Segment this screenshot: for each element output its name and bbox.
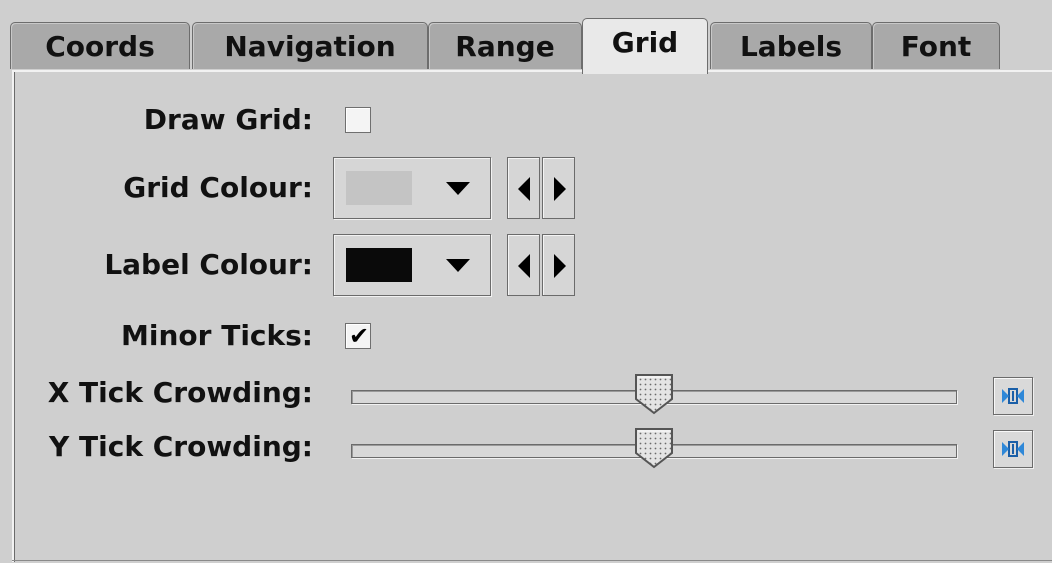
grid-colour-prev-button[interactable] bbox=[507, 157, 540, 219]
checkmark-icon: ✔ bbox=[349, 322, 370, 350]
triangle-left-icon bbox=[518, 254, 530, 278]
label-colour-combo[interactable] bbox=[333, 234, 491, 296]
label-colour-label: Label Colour: bbox=[104, 248, 313, 281]
tab-coords-label: Coords bbox=[45, 30, 155, 63]
minor-ticks-checkbox[interactable]: ✔ bbox=[345, 322, 371, 350]
slider-thumb[interactable] bbox=[634, 427, 674, 469]
y-tick-crowding-reset-button[interactable] bbox=[993, 430, 1033, 468]
reset-crowding-icon bbox=[1002, 388, 1024, 404]
label-colour-next-button[interactable] bbox=[542, 234, 575, 296]
tab-labels-label: Labels bbox=[739, 30, 843, 63]
x-tick-crowding-reset-button[interactable] bbox=[993, 377, 1033, 415]
tab-range-label: Range bbox=[455, 30, 555, 63]
grid-colour-stepper bbox=[507, 157, 575, 219]
x-tick-crowding-slider[interactable] bbox=[351, 371, 957, 421]
grid-settings-panel bbox=[12, 70, 1052, 562]
panel-border bbox=[14, 72, 1052, 562]
label-colour-swatch bbox=[346, 248, 412, 282]
grid-colour-next-button[interactable] bbox=[542, 157, 575, 219]
tab-labels[interactable]: Labels bbox=[710, 22, 872, 69]
tab-navigation[interactable]: Navigation bbox=[192, 22, 428, 69]
draw-grid-checkbox[interactable] bbox=[345, 107, 371, 133]
triangle-right-icon bbox=[554, 254, 566, 278]
slider-thumb[interactable] bbox=[634, 373, 674, 415]
tab-range[interactable]: Range bbox=[428, 22, 582, 69]
panel-bottom-border bbox=[12, 560, 1052, 561]
tab-grid-label: Grid bbox=[611, 26, 679, 59]
grid-colour-swatch bbox=[346, 171, 412, 205]
triangle-right-icon bbox=[554, 177, 566, 201]
minor-ticks-label: Minor Ticks: bbox=[121, 319, 313, 352]
triangle-down-icon bbox=[446, 259, 470, 272]
grid-colour-label: Grid Colour: bbox=[123, 171, 313, 204]
label-colour-stepper bbox=[507, 234, 575, 296]
tab-navigation-label: Navigation bbox=[224, 30, 396, 63]
tab-coords[interactable]: Coords bbox=[10, 22, 190, 69]
tab-font[interactable]: Font bbox=[872, 22, 1000, 69]
grid-colour-combo[interactable] bbox=[333, 157, 491, 219]
label-colour-prev-button[interactable] bbox=[507, 234, 540, 296]
draw-grid-label: Draw Grid: bbox=[143, 103, 313, 136]
y-tick-crowding-slider[interactable] bbox=[351, 425, 957, 475]
y-tick-crowding-label: Y Tick Crowding: bbox=[49, 430, 313, 463]
triangle-left-icon bbox=[518, 177, 530, 201]
tab-grid[interactable]: Grid bbox=[582, 18, 708, 74]
tab-font-label: Font bbox=[900, 30, 972, 63]
reset-crowding-icon bbox=[1002, 441, 1024, 457]
x-tick-crowding-label: X Tick Crowding: bbox=[47, 376, 313, 409]
triangle-down-icon bbox=[446, 182, 470, 195]
